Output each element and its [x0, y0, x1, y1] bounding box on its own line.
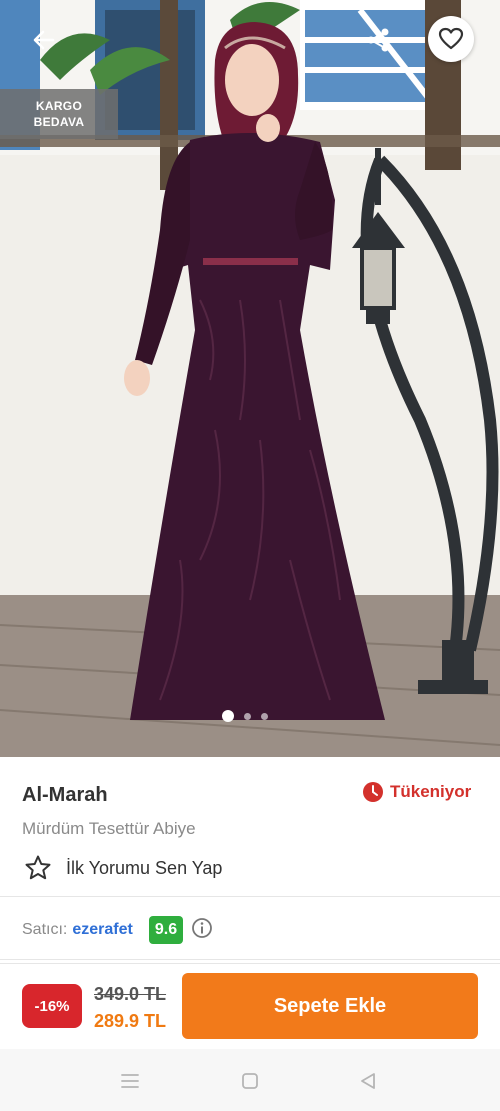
seller-label: Satıcı: [22, 921, 68, 938]
gallery-dot[interactable] [222, 710, 234, 722]
clock-icon [363, 782, 383, 802]
star-outline-icon [25, 855, 51, 880]
current-price: 289.9 TL [94, 1011, 167, 1031]
badge-line-2: BEDAVA [33, 115, 85, 129]
triangle-back-icon [361, 1073, 375, 1089]
favorite-button[interactable] [428, 16, 474, 62]
product-brand[interactable]: Al-Marah [22, 784, 108, 807]
gallery-dot[interactable] [244, 712, 251, 720]
free-shipping-badge: KARGO BEDAVA [0, 89, 118, 139]
system-back-button[interactable] [356, 1069, 380, 1093]
stock-status-text: Tükeniyor [390, 782, 472, 801]
divider [0, 959, 500, 960]
gallery-pagination [222, 710, 268, 722]
menu-icon [121, 1074, 139, 1088]
purchase-bar: -16% 349.0 TL 289.9 TL Sepete Ekle [0, 963, 500, 1049]
product-name: Mürdüm Tesettür Abiye [22, 819, 196, 838]
write-review-link[interactable]: İlk Yorumu Sen Yap [24, 854, 222, 882]
review-prompt-text: İlk Yorumu Sen Yap [66, 857, 223, 878]
seller-row: Satıcı: ezerafet 9.6 [22, 916, 213, 944]
seller-name-link[interactable]: ezerafet [72, 921, 132, 939]
system-menu-button[interactable] [118, 1069, 142, 1093]
system-navigation-bar [0, 1049, 500, 1111]
stock-status: Tükeniyor [362, 781, 471, 803]
discount-badge: -16% [22, 984, 82, 1028]
product-image-gallery[interactable]: KARGO BEDAVA [0, 0, 500, 757]
back-button[interactable] [22, 18, 66, 62]
seller-info-button[interactable] [191, 917, 213, 944]
share-icon [367, 28, 389, 52]
divider [0, 896, 500, 897]
info-icon [192, 917, 212, 938]
system-home-button[interactable] [238, 1069, 262, 1093]
old-price: 349.0 TL [94, 984, 167, 1004]
badge-line-1: KARGO [35, 99, 83, 113]
heart-outline-icon [438, 27, 464, 50]
seller-score-badge: 9.6 [148, 916, 184, 944]
square-home-icon [242, 1073, 258, 1089]
add-to-cart-button[interactable]: Sepete Ekle [182, 973, 478, 1039]
share-button[interactable] [356, 18, 400, 62]
arrow-left-icon [33, 30, 55, 50]
gallery-dot[interactable] [261, 712, 268, 720]
product-detail-page: KARGO BEDAVA Al-Marah Tükeniyor Mürdüm T… [0, 0, 500, 1111]
